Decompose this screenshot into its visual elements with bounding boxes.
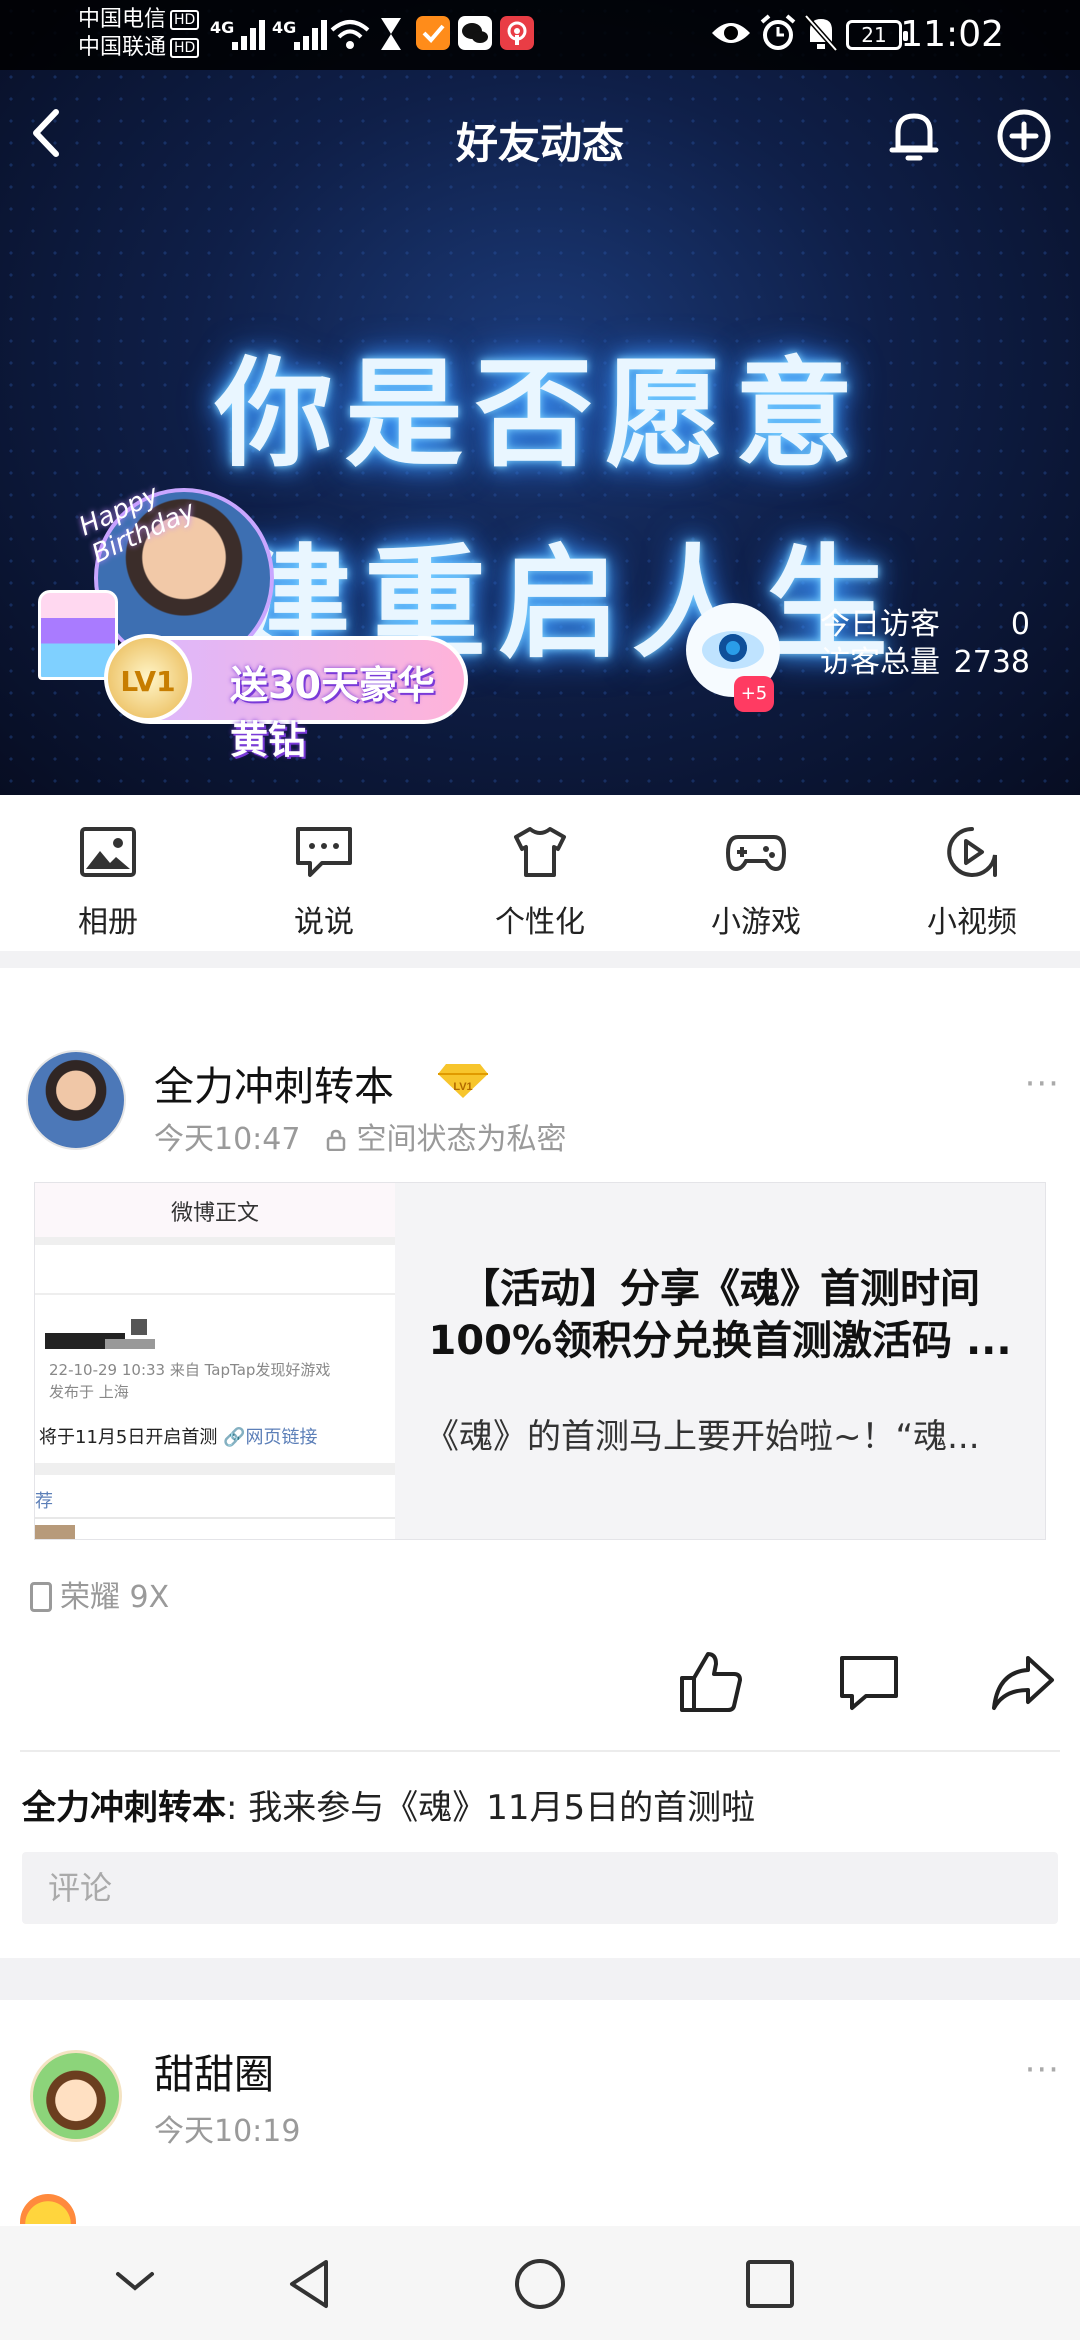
promo-text: 送30天豪华黄钻: [230, 663, 435, 762]
post-author[interactable]: 全力冲刺转本: [154, 1054, 394, 1112]
app-notify-icon: [416, 16, 450, 50]
quick-item-label: 小游戏: [711, 905, 801, 940]
chat-bubble-icon: [296, 827, 352, 877]
thumb-line: 22-10-29 10:33 来自 TapTap发现好游戏: [49, 1361, 331, 1379]
chevron-down-icon[interactable]: [110, 2256, 160, 2306]
thumb-line: 荐: [35, 1491, 53, 1512]
svg-text:LV1: LV1: [453, 1081, 472, 1093]
total-visitors-value: 2738: [953, 645, 1030, 680]
comment-icon[interactable]: [836, 1650, 902, 1714]
avatar[interactable]: [30, 2050, 122, 2142]
divider: [20, 1750, 1060, 1752]
quick-menu: 相册 说说 个性化 小游戏 小视频: [0, 795, 1080, 951]
visitor-badge: +5: [734, 676, 774, 712]
battery-icon: 21: [846, 20, 908, 50]
wifi-icon: [330, 20, 370, 49]
comment-input[interactable]: 评论: [22, 1852, 1058, 1924]
tshirt-icon: [514, 827, 566, 877]
post-meta: 今天10:47 空间状态为私密: [154, 1114, 566, 1158]
privacy-status: 空间状态为私密: [356, 1122, 567, 1157]
shared-link-card[interactable]: 微博正文 22-10-29 10:33 来自 TapTap发现好游戏 发布于 上…: [34, 1182, 1046, 1540]
thumb-link: 🔗网页链接: [223, 1427, 318, 1448]
quick-item-personalize[interactable]: 个性化: [432, 795, 648, 951]
comment-text: : 我来参与《魂》11月5日的首测啦: [226, 1788, 756, 1828]
avatar[interactable]: [26, 1050, 126, 1150]
network-type-2: 4G: [272, 18, 297, 37]
gamepad-icon: [725, 835, 787, 872]
photo-icon: [80, 827, 136, 877]
device-name: 荣耀 9X: [60, 1580, 170, 1615]
signal-1-icon: [232, 18, 268, 50]
vip-promo-badge[interactable]: LV1 送30天豪华黄钻: [104, 634, 468, 762]
phone-icon: [30, 1582, 52, 1612]
quick-item-label: 说说: [294, 905, 354, 940]
share-title-line1: 【活动】分享《魂》首测时间: [460, 1266, 980, 1312]
header-banner: 中国电信 HD 中国联通 HD 4G 4G 21 11:02 好友动态 你是否愿意 …: [0, 0, 1080, 795]
thumb-line-text: 将于11月5日开启首测: [39, 1427, 224, 1448]
play-icon: [947, 827, 997, 877]
top-nav: 好友动态: [0, 70, 1080, 200]
carrier-2: 中国联通: [78, 35, 167, 60]
home-circle-icon[interactable]: [512, 2256, 568, 2312]
mute-icon: [804, 14, 838, 52]
quick-item-album[interactable]: 相册: [0, 795, 216, 951]
feed-post: 全力冲刺转本 LV1 今天10:47 空间状态为私密 ··· 微博正文 22-10…: [0, 968, 1080, 1958]
like-icon[interactable]: [678, 1650, 744, 1714]
level-badge: LV1: [104, 634, 192, 722]
signal-2-icon: [294, 18, 330, 50]
hourglass-icon: [381, 18, 401, 50]
post-author[interactable]: 甜甜圈: [154, 2042, 274, 2100]
more-options-icon[interactable]: ···: [1025, 1064, 1060, 1104]
post-time: 今天10:47: [154, 1122, 301, 1157]
lock-icon: [327, 1129, 346, 1151]
podcast-icon: [500, 16, 534, 50]
comment-item: 全力冲刺转本: 我来参与《魂》11月5日的首测啦: [22, 1780, 755, 1829]
recent-apps-icon[interactable]: [742, 2256, 798, 2312]
back-triangle-icon[interactable]: [282, 2256, 338, 2312]
sticker-image: [20, 2194, 76, 2224]
network-type-1: 4G: [210, 18, 235, 37]
carrier-1: 中国电信: [78, 7, 167, 32]
today-visitors-label: 今日访客: [820, 607, 940, 642]
quick-item-games[interactable]: 小游戏: [648, 795, 864, 951]
quick-item-label: 相册: [78, 905, 138, 940]
thumb-header: 微博正文: [35, 1183, 395, 1245]
share-thumbnail: 微博正文 22-10-29 10:33 来自 TapTap发现好游戏 发布于 上…: [35, 1183, 395, 1539]
add-icon[interactable]: [994, 106, 1054, 166]
thumb-line: 发布于 上海: [49, 1383, 129, 1401]
eye-comfort-icon: [712, 23, 750, 43]
total-visitors-label: 访客总量: [820, 645, 940, 680]
share-description: 《魂》的首测马上要开始啦~！“魂...: [425, 1417, 980, 1457]
post-time: 今天10:19: [154, 2114, 301, 2149]
carrier-info: 中国电信 HD 中国联通 HD: [78, 6, 200, 62]
hd-badge: HD: [170, 38, 200, 58]
quick-item-moments[interactable]: 说说: [216, 795, 432, 951]
status-bar: 中国电信 HD 中国联通 HD 4G 4G 21 11:02: [0, 0, 1080, 70]
vip-diamond-icon: LV1: [438, 1064, 488, 1098]
wechat-icon: [458, 16, 492, 50]
hd-badge: HD: [170, 10, 200, 30]
system-navigation-bar: [0, 2226, 1080, 2340]
share-icon[interactable]: [990, 1650, 1056, 1714]
device-info: 荣耀 9X: [30, 1572, 169, 1616]
clock: 11:02: [900, 14, 1004, 55]
alarm-icon: [760, 14, 796, 50]
quick-item-label: 个性化: [495, 905, 585, 940]
banner-text-line1: 你是否愿意: [214, 345, 865, 483]
quick-item-label: 小视频: [927, 905, 1017, 940]
thumb-line: 将于11月5日开启首测 🔗网页链接: [39, 1423, 318, 1449]
comment-author[interactable]: 全力冲刺转本: [22, 1788, 226, 1828]
today-visitors-value: 0: [1010, 607, 1030, 642]
quick-item-videos[interactable]: 小视频: [864, 795, 1080, 951]
share-title-line2: 100%领积分兑换首测激活码 ...: [428, 1318, 1012, 1364]
more-options-icon[interactable]: ···: [1025, 2050, 1060, 2090]
visitor-stats[interactable]: 今日访客 0 访客总量 2738: [820, 606, 1030, 682]
bell-icon[interactable]: [884, 106, 944, 166]
